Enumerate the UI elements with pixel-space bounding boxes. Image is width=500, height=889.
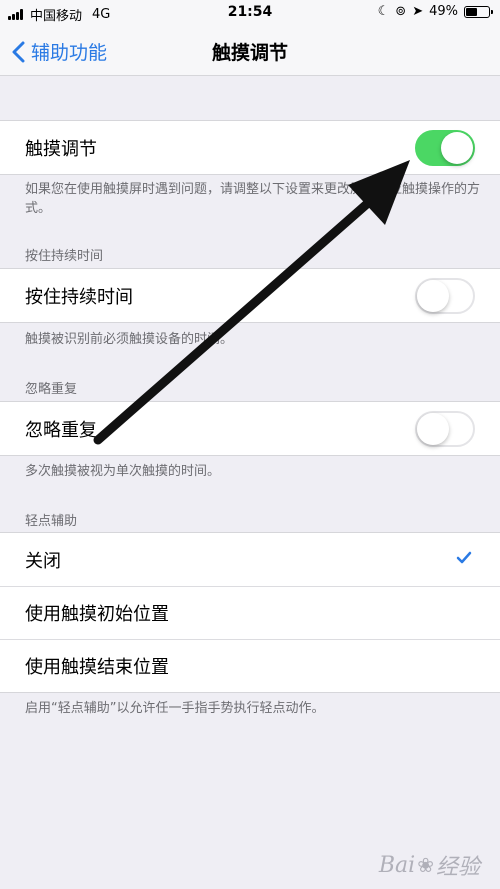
touch-accommodations-footer: 如果您在使用触摸屏时遇到问题，请调整以下设置来更改屏幕响应触摸操作的方式。 [25, 182, 481, 216]
toggle-knob [417, 413, 449, 445]
toggle-knob [441, 132, 473, 164]
toggle-knob [417, 280, 449, 312]
tap-option-initial-location[interactable]: 使用触摸初始位置 [0, 586, 500, 639]
back-label: 辅助功能 [31, 42, 108, 64]
hold-duration-header: 按住持续时间 [25, 249, 104, 264]
battery-fill [466, 7, 477, 16]
back-button[interactable]: 辅助功能 [12, 38, 107, 65]
touch-accommodations-toggle[interactable] [415, 130, 475, 166]
rotation-lock-icon: ⊚ [395, 4, 407, 19]
ignore-repeat-group: 忽略重复 [0, 401, 500, 456]
checkmark-icon [456, 551, 472, 564]
battery-percent: 49% [429, 4, 458, 19]
watermark-logo: Bai ❀ 经验 [379, 849, 480, 881]
nav-bar: 辅助功能 触摸调节 [0, 26, 500, 76]
hold-duration-label: 按住持续时间 [25, 286, 133, 308]
watermark-text-right: 经验 [435, 855, 480, 880]
touch-accommodations-group: 触摸调节 [0, 120, 500, 175]
tap-option-label: 使用触摸结束位置 [25, 656, 169, 678]
ignore-repeat-cell: 忽略重复 [0, 402, 500, 455]
chevron-left-icon [12, 41, 25, 62]
tap-assistance-group: 关闭 使用触摸初始位置 使用触摸结束位置 [0, 532, 500, 693]
ignore-repeat-footer: 多次触摸被视为单次触摸的时间。 [25, 464, 221, 479]
tap-assistance-header: 轻点辅助 [25, 514, 78, 529]
hold-duration-toggle[interactable] [415, 278, 475, 314]
hold-duration-group: 按住持续时间 [0, 268, 500, 323]
tap-option-label: 关闭 [25, 550, 61, 572]
touch-accommodations-cell: 触摸调节 [0, 121, 500, 174]
battery-icon [464, 5, 493, 18]
touch-accommodations-label: 触摸调节 [25, 138, 97, 160]
tap-assistance-footer: 启用“轻点辅助”以允许任一手指手势执行轻点动作。 [25, 701, 325, 716]
moon-icon: ☾ [377, 4, 390, 19]
tap-option-final-location[interactable]: 使用触摸结束位置 [0, 639, 500, 692]
status-right: ☾ ⊚ ➤ 49% [372, 4, 493, 19]
ignore-repeat-toggle[interactable] [415, 411, 475, 447]
tap-option-off[interactable]: 关闭 [0, 533, 500, 586]
hold-duration-cell: 按住持续时间 [0, 269, 500, 322]
tap-option-label: 使用触摸初始位置 [25, 603, 169, 625]
status-bar: 中国移动 4G 21:54 ☾ ⊚ ➤ 49% [0, 0, 500, 26]
ignore-repeat-header: 忽略重复 [25, 382, 78, 397]
watermark-text-left: Bai [378, 852, 416, 878]
paw-icon: ❀ [417, 853, 434, 877]
ignore-repeat-label: 忽略重复 [25, 419, 97, 441]
location-icon: ➤ [412, 4, 424, 19]
hold-duration-footer: 触摸被识别前必须触摸设备的时间。 [25, 332, 234, 347]
